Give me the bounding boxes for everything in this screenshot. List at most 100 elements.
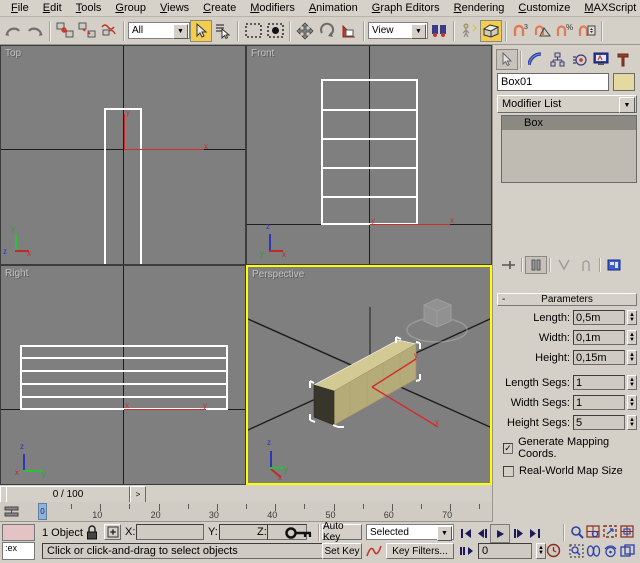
select-object-icon[interactable]	[190, 20, 212, 42]
next-frame-icon[interactable]	[510, 526, 526, 542]
menu-item-animation[interactable]: Animation	[302, 1, 365, 15]
mirror-icon[interactable]	[458, 20, 480, 42]
key-mode-icon[interactable]	[285, 526, 313, 540]
configure-sets-icon[interactable]	[603, 256, 625, 274]
remove-modifier-icon[interactable]	[575, 256, 597, 274]
maxscript-mini-listener-input[interactable]: :ex	[2, 542, 35, 560]
pan-icon[interactable]	[585, 543, 602, 559]
select-scale-icon[interactable]	[338, 20, 360, 42]
menu-item-modifiers[interactable]: Modifiers	[243, 1, 302, 15]
menu-item-rendering[interactable]: Rendering	[447, 1, 512, 15]
absolute-relative-toggle-icon[interactable]	[104, 524, 121, 540]
set-key-curve-icon[interactable]	[366, 543, 382, 559]
time-slider-next-button[interactable]: >	[130, 486, 146, 503]
x-coord-input[interactable]	[136, 524, 204, 540]
viewport-right[interactable]: Right x y z y x	[0, 265, 246, 485]
window-crossing-icon[interactable]	[264, 20, 286, 42]
current-frame-input[interactable]: 0	[478, 543, 532, 559]
menu-item-tools[interactable]: Tools	[69, 1, 109, 15]
zoom-all-icon[interactable]	[585, 524, 602, 540]
hierarchy-tab-icon[interactable]	[546, 49, 568, 70]
play-animation-icon[interactable]	[490, 524, 510, 543]
chevron-down-icon[interactable]: ▼	[619, 97, 635, 113]
redo-icon[interactable]	[24, 20, 46, 42]
make-unique-icon[interactable]	[553, 256, 575, 274]
parameter-spinner[interactable]: ▲▼	[627, 375, 637, 390]
parameter-input[interactable]: 1	[573, 375, 625, 390]
menu-item-maxscript[interactable]: MAXScript	[577, 1, 640, 15]
menu-item-views[interactable]: Views	[153, 1, 196, 15]
parameter-spinner[interactable]: ▲▼	[627, 330, 637, 345]
zoom-extents-icon[interactable]	[602, 524, 619, 540]
angle-snap-icon[interactable]	[532, 20, 554, 42]
select-link-icon[interactable]	[54, 20, 76, 42]
open-mini-curve-editor-icon[interactable]	[3, 504, 20, 519]
menu-item-graph-editors[interactable]: Graph Editors	[365, 1, 447, 15]
previous-frame-icon[interactable]	[474, 526, 490, 542]
snap-toggle-icon[interactable]: 3	[510, 20, 532, 42]
maximize-viewport-icon[interactable]	[619, 543, 636, 559]
parameter-spinner[interactable]: ▲▼	[627, 415, 637, 430]
region-zoom-icon[interactable]	[568, 543, 585, 559]
parameter-spinner[interactable]: ▲▼	[627, 395, 637, 410]
checkbox[interactable]: ✓	[503, 443, 513, 454]
maxscript-listener-swatch[interactable]	[2, 524, 35, 541]
modify-tab-icon[interactable]	[524, 49, 546, 70]
key-mode-combo[interactable]: Selected ▼	[366, 524, 454, 540]
chevron-down-icon[interactable]: ▼	[437, 526, 452, 541]
menu-item-file[interactable]: File	[4, 1, 36, 15]
modifier-stack-item-box[interactable]: Box	[502, 116, 636, 130]
key-filters-button[interactable]: Key Filters...	[386, 543, 454, 559]
rectangular-select-icon[interactable]	[242, 20, 264, 42]
lock-selection-icon[interactable]	[85, 525, 99, 540]
zoom-extents-all-icon[interactable]	[619, 524, 636, 540]
key-mode-toggle-icon[interactable]	[459, 544, 475, 558]
menu-item-edit[interactable]: Edit	[36, 1, 69, 15]
menu-item-customize[interactable]: Customize	[511, 1, 577, 15]
time-configuration-icon[interactable]	[546, 543, 561, 558]
undo-icon[interactable]	[2, 20, 24, 42]
viewport-perspective[interactable]: Perspective	[246, 265, 492, 485]
frame-spinner[interactable]: ▲▼	[536, 543, 546, 559]
use-pivot-icon[interactable]	[428, 20, 450, 42]
pin-stack-icon[interactable]	[497, 256, 519, 274]
create-tab-icon[interactable]	[496, 49, 518, 70]
utilities-tab-icon[interactable]	[612, 49, 634, 70]
auto-key-button[interactable]: Auto Key	[322, 524, 362, 540]
go-to-end-icon[interactable]	[526, 526, 542, 542]
modifier-list-dropdown[interactable]: Modifier List ▼	[497, 95, 637, 113]
object-color-swatch[interactable]	[613, 73, 635, 91]
set-key-button[interactable]: Set Key	[322, 543, 362, 559]
select-rotate-icon[interactable]	[316, 20, 338, 42]
parameter-input[interactable]: 5	[573, 415, 625, 430]
parameter-input[interactable]: 0,1m	[573, 330, 625, 345]
viewport-top[interactable]: Top x y y x z	[0, 45, 246, 265]
menu-item-create[interactable]: Create	[196, 1, 243, 15]
arc-rotate-icon[interactable]	[602, 543, 619, 559]
bind-space-warp-icon[interactable]	[98, 20, 120, 42]
menu-item-group[interactable]: Group	[108, 1, 153, 15]
parameter-checkbox-row[interactable]: ✓Generate Mapping Coords.	[497, 436, 637, 460]
align-icon[interactable]	[480, 20, 502, 42]
percent-snap-icon[interactable]: %	[554, 20, 576, 42]
parameter-input[interactable]: 1	[573, 395, 625, 410]
motion-tab-icon[interactable]	[568, 49, 590, 70]
display-tab-icon[interactable]	[590, 49, 612, 70]
selection-filter-combo[interactable]: All ▼	[128, 22, 190, 39]
parameter-spinner[interactable]: ▲▼	[627, 350, 637, 365]
object-name-input[interactable]: Box01	[497, 73, 609, 91]
parameter-checkbox-row[interactable]: Real-World Map Size	[497, 465, 637, 477]
chevron-down-icon[interactable]: ▼	[411, 24, 426, 39]
parameter-input[interactable]: 0,15m	[573, 350, 625, 365]
zoom-icon[interactable]	[568, 524, 585, 540]
track-bar-playhead[interactable]: 0	[38, 503, 47, 520]
parameter-input[interactable]: 0,5m	[573, 310, 625, 325]
parameter-spinner[interactable]: ▲▼	[627, 310, 637, 325]
unlink-icon[interactable]	[76, 20, 98, 42]
go-to-start-icon[interactable]	[458, 526, 474, 542]
rollout-header[interactable]: - Parameters	[497, 293, 637, 306]
reference-coordinate-combo[interactable]: View ▼	[368, 22, 428, 39]
viewport-front[interactable]: Front x y z x y	[246, 45, 492, 265]
time-slider-handle[interactable]: 0 / 100	[6, 486, 130, 503]
select-move-icon[interactable]	[294, 20, 316, 42]
